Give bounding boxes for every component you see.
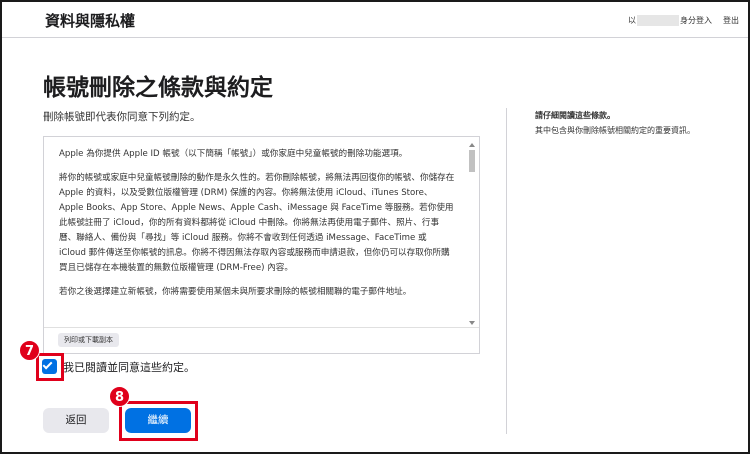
sidebar-text: 其中包含與你刪除帳號相關約定的重要資訊。	[535, 126, 695, 135]
print-download-button[interactable]: 列印或下載副本	[58, 333, 119, 347]
sidebar-heading: 請仔細閱讀這些條款。	[535, 111, 615, 120]
terms-paragraph: 若你之後選擇建立新帳號，你將需要使用某個未與所要求刪除的帳號相關聯的電子郵件地址…	[59, 287, 412, 297]
checkbox-highlight-box	[36, 353, 64, 381]
login-info: 以 身分登入	[628, 15, 712, 26]
scroll-up-arrow-icon[interactable]	[469, 143, 475, 147]
login-prefix: 以	[628, 16, 636, 25]
continue-highlight-box	[119, 401, 198, 441]
terms-box: Apple 為你提供 Apple ID 帳號（以下簡稱「帳號」）或你家庭中兒童帳…	[43, 136, 480, 354]
step-badge-7: 7	[19, 340, 40, 361]
top-bar: 資料與隱私權 以 身分登入 登出	[2, 2, 748, 38]
column-divider	[506, 108, 507, 434]
scroll-down-arrow-icon[interactable]	[469, 321, 475, 325]
redacted-account	[637, 15, 679, 26]
step-badge-8: 8	[109, 386, 130, 407]
back-button[interactable]: 返回	[43, 408, 109, 433]
scrollbar-thumb[interactable]	[469, 150, 475, 172]
terms-paragraph: 將你的帳號或家庭中兒童帳號刪除的動作是永久性的。若你刪除帳號，將無法再回復你的帳…	[59, 173, 455, 273]
terms-footer: 列印或下載副本	[44, 327, 479, 353]
terms-scrollbar[interactable]	[468, 143, 476, 327]
page-subtitle: 刪除帳號即代表你同意下列約定。	[43, 111, 201, 123]
terms-paragraph: Apple 為你提供 Apple ID 帳號（以下簡稱「帳號」）或你家庭中兒童帳…	[59, 149, 408, 159]
terms-scroll-area[interactable]: Apple 為你提供 Apple ID 帳號（以下簡稱「帳號」）或你家庭中兒童帳…	[44, 137, 469, 327]
signout-link[interactable]: 登出	[723, 15, 739, 26]
page-title: 帳號刪除之條款與約定	[43, 75, 273, 101]
brand-title: 資料與隱私權	[45, 12, 136, 30]
login-suffix: 身分登入	[680, 16, 712, 25]
agree-label[interactable]: 我已閱讀並同意這些約定。	[63, 359, 195, 375]
